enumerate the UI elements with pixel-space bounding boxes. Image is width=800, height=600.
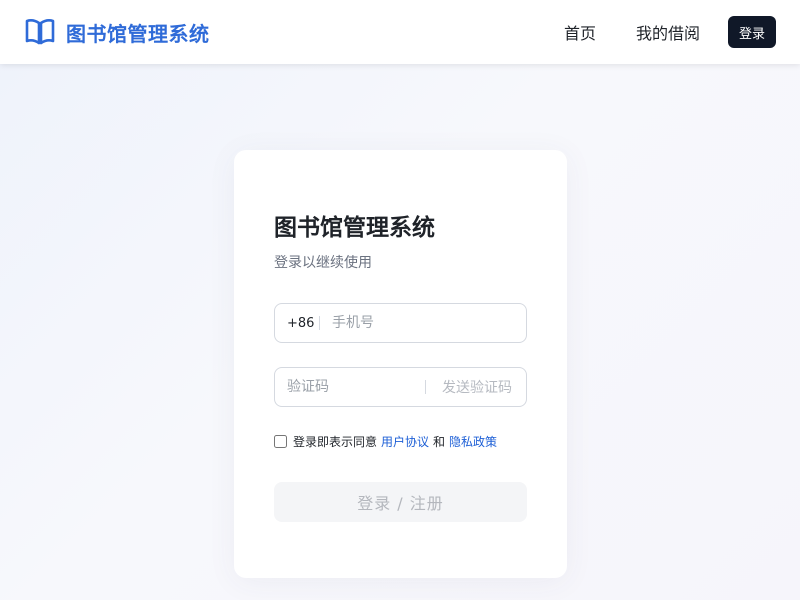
top-navbar: 图书馆管理系统 首页 我的借阅 登录	[0, 0, 800, 64]
code-field: 发送验证码	[274, 367, 527, 407]
country-code-prefix[interactable]: +86	[275, 316, 319, 331]
phone-input[interactable]	[320, 304, 510, 342]
brand[interactable]: 图书馆管理系统	[24, 16, 210, 48]
brand-title: 图书馆管理系统	[66, 21, 210, 46]
login-subtitle: 登录以继续使用	[274, 255, 372, 271]
header-login-button[interactable]: 登录	[728, 16, 776, 48]
login-card: 图书馆管理系统 登录以继续使用 +86 发送验证码 登录即表示同意 用户协议 和…	[234, 150, 567, 578]
agreement-checkbox[interactable]	[274, 434, 287, 448]
privacy-policy-link[interactable]: 隐私政策	[449, 433, 497, 450]
verification-code-input[interactable]	[275, 368, 425, 406]
agreement-and-text: 和	[433, 434, 446, 449]
phone-field: +86	[274, 303, 527, 343]
book-open-icon	[25, 19, 55, 45]
login-title: 图书馆管理系统	[274, 215, 435, 241]
agreement-row: 登录即表示同意 用户协议 和 隐私政策	[274, 433, 501, 449]
nav-home-link[interactable]: 首页	[564, 20, 596, 44]
nav-my-borrows-link[interactable]: 我的借阅	[636, 20, 700, 44]
user-agreement-link[interactable]: 用户协议	[381, 433, 429, 450]
send-code-button[interactable]: 发送验证码	[426, 377, 512, 397]
agreement-text: 登录即表示同意	[293, 434, 378, 449]
login-register-button[interactable]: 登录 / 注册	[274, 482, 527, 522]
